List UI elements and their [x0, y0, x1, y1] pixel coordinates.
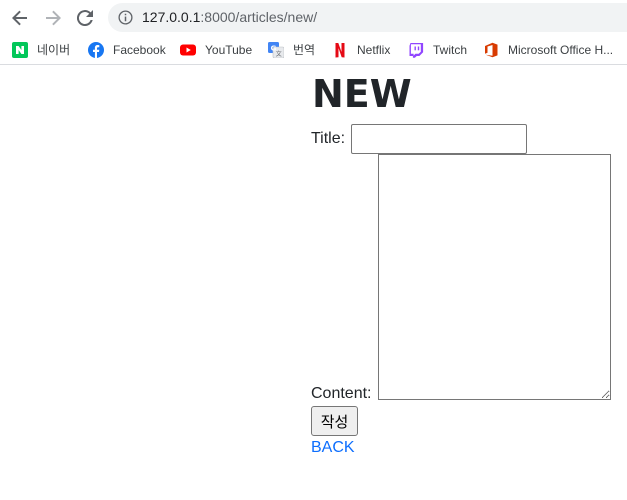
- bookmark-label: Netflix: [357, 43, 391, 57]
- url-text: 127.0.0.1:8000/articles/new/: [142, 9, 317, 26]
- reload-icon: [77, 10, 93, 26]
- twitch-icon: [409, 43, 424, 58]
- bookmark-label: 번역: [293, 43, 316, 57]
- bookmarks-bar: 네이버 Facebook YouTube G 文 번역 Netflix Twit…: [0, 35, 627, 65]
- page-content: NEW Title: Content: 작성 BACK: [0, 66, 627, 500]
- facebook-icon: [88, 42, 104, 58]
- bookmark-facebook[interactable]: Facebook: [88, 40, 166, 60]
- netflix-icon: [335, 43, 345, 58]
- naver-icon: [12, 42, 28, 58]
- address-bar[interactable]: 127.0.0.1:8000/articles/new/: [108, 3, 627, 32]
- title-input[interactable]: [351, 124, 527, 154]
- info-icon[interactable]: [118, 10, 133, 25]
- reload-button[interactable]: [73, 6, 97, 30]
- back-button[interactable]: [8, 6, 32, 30]
- submit-button[interactable]: 작성: [311, 406, 358, 436]
- content-textarea[interactable]: [378, 154, 611, 400]
- arrow-right-icon: [46, 10, 61, 26]
- arrow-left-icon: [12, 10, 27, 26]
- bookmark-youtube[interactable]: YouTube: [180, 40, 252, 60]
- bookmark-label: Twitch: [433, 43, 468, 57]
- bookmark-label: YouTube: [205, 43, 253, 57]
- office-icon: [485, 42, 498, 58]
- forward-button[interactable]: [41, 6, 65, 30]
- page-title: NEW: [312, 72, 412, 116]
- youtube-icon: [180, 44, 196, 56]
- url-host: 127.0.0.1: [142, 9, 201, 25]
- bookmark-naver[interactable]: 네이버: [12, 40, 70, 60]
- bookmark-label: Facebook: [113, 43, 166, 57]
- back-link[interactable]: BACK: [311, 439, 355, 457]
- svg-text:文: 文: [276, 50, 282, 58]
- bookmark-label: 네이버: [37, 43, 71, 57]
- bookmark-translate[interactable]: G 文 번역: [268, 40, 315, 60]
- title-label: Title:: [311, 130, 346, 147]
- browser-toolbar: 127.0.0.1:8000/articles/new/: [0, 0, 627, 35]
- bookmark-label: Microsoft Office H...: [508, 43, 614, 57]
- bookmark-office[interactable]: Microsoft Office H...: [483, 40, 613, 60]
- google-translate-icon: G 文: [268, 42, 284, 58]
- bookmark-twitch[interactable]: Twitch: [408, 40, 467, 60]
- bookmark-netflix[interactable]: Netflix: [332, 40, 390, 60]
- content-label: Content:: [311, 385, 372, 402]
- url-path: :8000/articles/new/: [200, 9, 318, 25]
